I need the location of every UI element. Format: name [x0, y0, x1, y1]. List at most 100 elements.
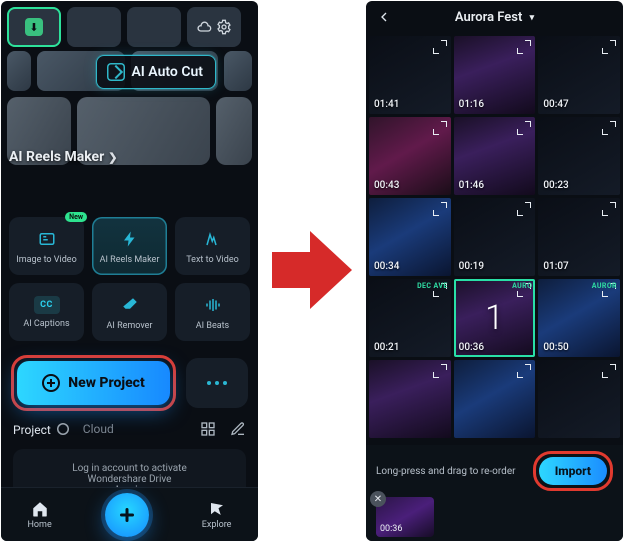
dot-icon [207, 381, 211, 385]
clip-duration: 00:36 [459, 342, 484, 353]
expand-icon [517, 40, 531, 54]
tool-image-to-video[interactable]: New Image to Video [9, 217, 84, 275]
tool-ai-remover[interactable]: AI Remover [92, 283, 167, 341]
selected-thumb[interactable]: ✕ 00:36 [376, 497, 434, 537]
gear-icon [216, 19, 232, 35]
drive-text-2: Wondershare Drive [23, 474, 236, 485]
media-item[interactable]: 00:19 [454, 198, 536, 276]
clip-duration: 00:43 [374, 180, 399, 191]
import-button[interactable]: Import [539, 457, 607, 485]
clip-duration: 01:41 [374, 99, 399, 110]
remove-selection-button[interactable]: ✕ [370, 491, 386, 507]
picker-footer: Long-press and drag to re-order Import ✕… [366, 445, 623, 541]
new-project-button[interactable]: New Project [17, 361, 170, 405]
media-item[interactable]: 01:07 [538, 198, 620, 276]
template-thumb[interactable] [224, 51, 252, 91]
bottom-nav: Home Explore [1, 487, 258, 541]
clip-duration: 00:34 [374, 261, 399, 272]
expand-icon [433, 364, 447, 378]
media-item[interactable]: 00:43 [369, 117, 451, 195]
ai-auto-cut-button[interactable]: AI Auto Cut [96, 55, 216, 89]
tool-label: AI Beats [196, 321, 229, 331]
media-item[interactable] [454, 360, 536, 438]
ai-reels-maker-heading[interactable]: AI Reels Maker ❯ [9, 149, 117, 165]
tool-label: Image to Video [16, 255, 76, 265]
nav-home[interactable]: Home [28, 500, 52, 530]
new-badge: New [65, 212, 87, 222]
tool-label: AI Reels Maker [100, 255, 160, 265]
album-title[interactable]: Aurora Fest ▾ [455, 10, 534, 25]
expand-icon [433, 121, 447, 135]
grid-icon[interactable] [200, 421, 216, 437]
template-thumb[interactable] [67, 7, 121, 47]
tab-project[interactable]: Project [13, 422, 69, 437]
flow-arrow [258, 0, 366, 540]
album-header: Aurora Fest ▾ [366, 1, 623, 33]
template-thumb[interactable] [216, 97, 252, 165]
media-grid: 01:41 01:16 00:47 00:43 01:46 00:23 00:34 00:19… [366, 33, 623, 441]
expand-icon [517, 202, 531, 216]
album-title-text: Aurora Fest [455, 10, 522, 25]
nav-home-label: Home [28, 520, 52, 530]
more-button[interactable] [186, 358, 248, 408]
dot-icon [215, 381, 219, 385]
clip-duration: 00:47 [543, 99, 568, 110]
brand-watermark: AURO [512, 282, 532, 290]
chevron-down-icon: ▾ [530, 13, 535, 23]
edit-icon[interactable] [230, 421, 246, 437]
eraser-icon [119, 294, 141, 316]
tab-cloud[interactable]: Cloud [83, 422, 114, 436]
tool-label: Text to Video [186, 255, 238, 265]
plus-icon [118, 506, 136, 524]
drive-text-1: Log in account to activate [23, 463, 236, 474]
reels-icon [119, 228, 141, 250]
tools-grid: New Image to Video AI Reels Maker Text t… [9, 217, 250, 341]
import-highlight: Import [533, 451, 613, 491]
tool-label: AI Captions [23, 319, 69, 329]
plus-icon [42, 374, 60, 392]
template-thumb-actions[interactable] [187, 7, 241, 47]
template-thumb[interactable] [7, 51, 31, 91]
tool-text-to-video[interactable]: Text to Video [175, 217, 250, 275]
clip-duration: 01:46 [459, 180, 484, 191]
autocut-icon [107, 63, 125, 81]
clip-duration: 00:19 [459, 261, 484, 272]
media-item[interactable] [369, 360, 451, 438]
media-item[interactable]: 00:23 [538, 117, 620, 195]
download-icon: ⬇ [25, 18, 43, 36]
expand-icon [433, 40, 447, 54]
tool-ai-captions[interactable]: CC AI Captions [9, 283, 84, 341]
media-item[interactable]: DEC AVE00:21 [369, 279, 451, 357]
tool-ai-reels-maker[interactable]: AI Reels Maker [92, 217, 167, 275]
expand-icon [517, 364, 531, 378]
media-item[interactable]: AURO 100:36 [454, 279, 536, 357]
template-thumb[interactable]: ⬇ [7, 7, 61, 47]
expand-icon [602, 121, 616, 135]
nav-explore-label: Explore [202, 520, 232, 530]
back-icon[interactable] [376, 9, 392, 25]
media-item[interactable]: AUROR00:50 [538, 279, 620, 357]
info-icon [57, 423, 69, 435]
nav-explore[interactable]: Explore [202, 500, 232, 530]
tool-label: AI Remover [107, 321, 153, 331]
expand-icon [517, 121, 531, 135]
media-item[interactable]: 00:47 [538, 36, 620, 114]
template-thumb[interactable] [127, 7, 181, 47]
clip-duration: 00:23 [543, 180, 568, 191]
media-item[interactable]: 01:16 [454, 36, 536, 114]
selection-number: 1 [485, 298, 504, 338]
selection-strip: ✕ 00:36 [376, 497, 613, 537]
tool-ai-beats[interactable]: AI Beats [175, 283, 250, 341]
nav-create[interactable] [105, 493, 149, 537]
home-screen: ⬇ AI Auto Cut AI Reels Maker ❯ New [1, 1, 258, 541]
media-item[interactable]: 01:46 [454, 117, 536, 195]
reels-title-text: AI Reels Maker [9, 149, 104, 165]
reorder-hint: Long-press and drag to re-order [376, 466, 516, 477]
media-item[interactable] [538, 360, 620, 438]
brand-watermark: AUROR [592, 282, 617, 290]
media-item[interactable]: 01:41 [369, 36, 451, 114]
new-project-highlight: New Project [11, 355, 176, 411]
media-item[interactable]: 00:34 [369, 198, 451, 276]
tab-project-label: Project [13, 423, 51, 437]
clip-duration: 01:16 [459, 99, 484, 110]
